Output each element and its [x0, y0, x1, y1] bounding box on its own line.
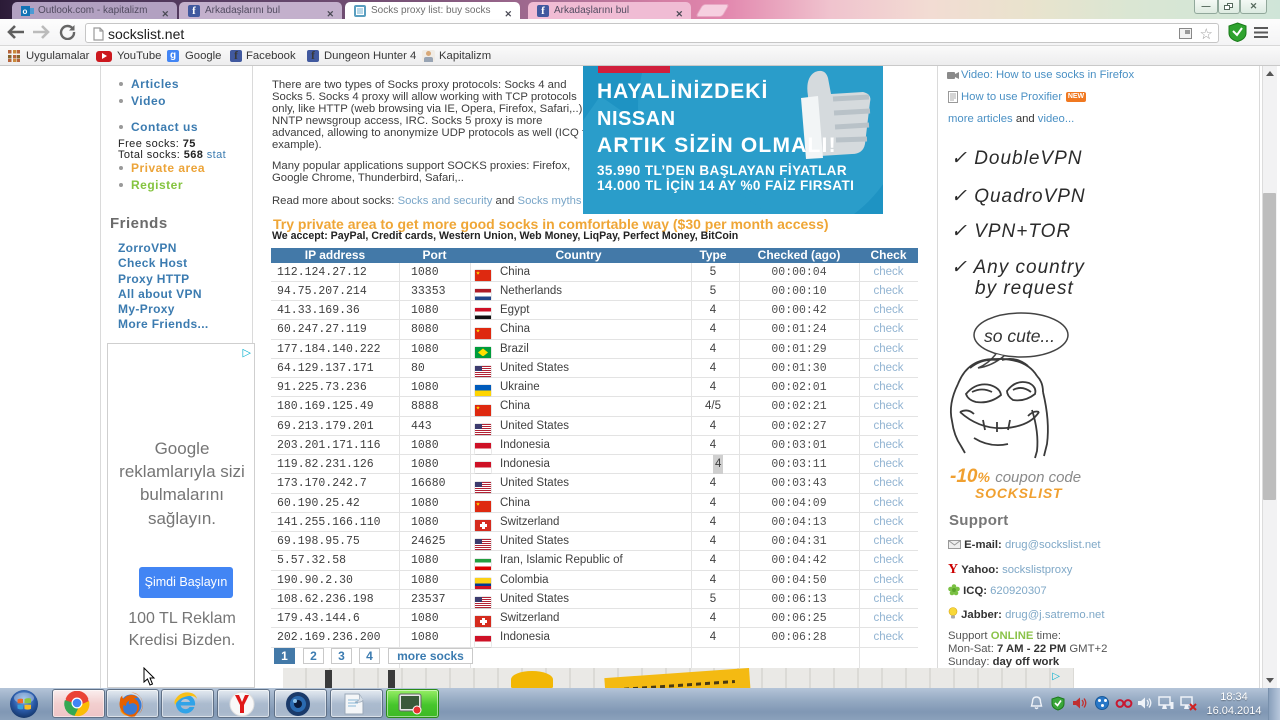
svg-text:so cute...: so cute...	[984, 326, 1055, 346]
